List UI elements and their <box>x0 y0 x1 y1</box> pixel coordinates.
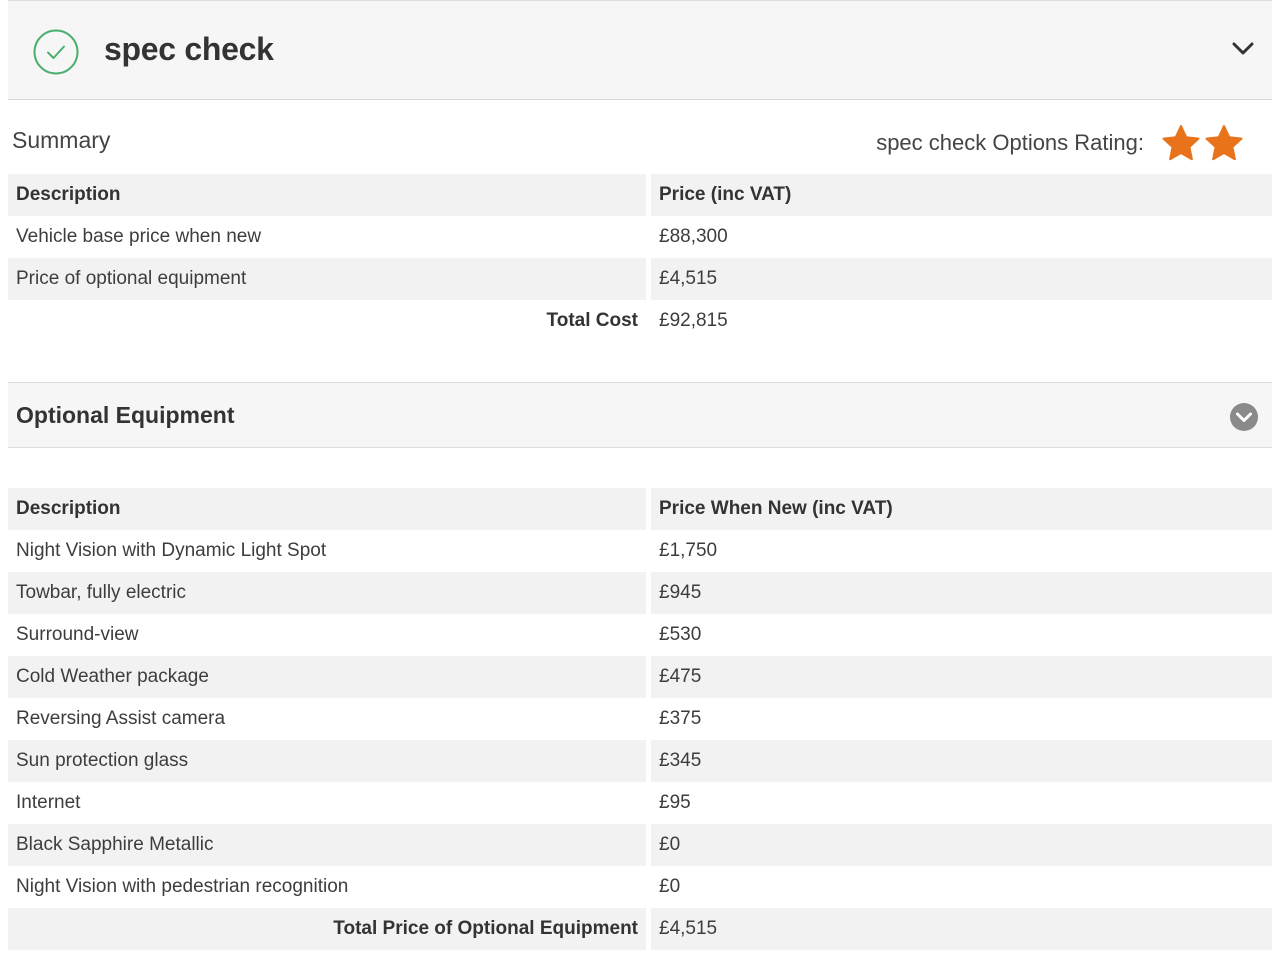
table-row: Night Vision with pedestrian recognition… <box>8 866 1272 908</box>
table-row: Vehicle base price when new £88,300 <box>8 216 1272 258</box>
table-row: Cold Weather package £475 <box>8 656 1272 698</box>
row-description: Night Vision with Dynamic Light Spot <box>16 540 327 561</box>
column-header-description: Description <box>8 174 646 216</box>
row-description: Price of optional equipment <box>8 258 646 300</box>
row-price: £375 <box>659 708 702 729</box>
total-row: Total Cost £92,815 <box>8 300 1272 342</box>
total-optional-label: Total Price of Optional Equipment <box>8 908 646 950</box>
row-price: £4,515 <box>651 258 1272 300</box>
table-row: Sun protection glass £345 <box>8 740 1272 782</box>
row-price: £1,750 <box>659 540 718 561</box>
table-row: Night Vision with Dynamic Light Spot £1,… <box>8 530 1272 572</box>
row-price: £945 <box>651 572 1272 614</box>
total-cost-value: £92,815 <box>659 310 728 331</box>
page-title: spec check <box>104 31 274 67</box>
optional-equipment-table: Description Price When New (inc VAT) Nig… <box>3 488 1277 950</box>
total-optional-value: £4,515 <box>651 908 1272 950</box>
total-row: Total Price of Optional Equipment £4,515 <box>8 908 1272 950</box>
row-price: £345 <box>651 740 1272 782</box>
row-description: Vehicle base price when new <box>16 226 262 247</box>
row-price: £88,300 <box>659 226 728 247</box>
section-title: Optional Equipment <box>16 402 235 428</box>
total-cost-label: Total Cost <box>546 310 638 331</box>
table-row: Price of optional equipment £4,515 <box>8 258 1272 300</box>
rating-label: spec check Options Rating: <box>876 130 1144 155</box>
chevron-down-icon[interactable] <box>1232 41 1254 57</box>
summary-heading: Summary <box>12 127 111 153</box>
check-circle-icon <box>33 29 79 75</box>
column-header-price: Price When New (inc VAT) <box>651 488 1272 530</box>
row-description: Reversing Assist camera <box>16 708 226 729</box>
row-description: Black Sapphire Metallic <box>8 824 646 866</box>
spec-check-header[interactable]: spec check <box>8 0 1272 100</box>
star-icon <box>1162 125 1200 161</box>
table-row: Internet £95 <box>8 782 1272 824</box>
table-row: Reversing Assist camera £375 <box>8 698 1272 740</box>
star-icon <box>1205 125 1243 161</box>
column-header-description: Description <box>8 488 646 530</box>
row-price: £475 <box>651 656 1272 698</box>
row-price: £0 <box>651 824 1272 866</box>
row-price: £530 <box>659 624 702 645</box>
optional-equipment-header[interactable]: Optional Equipment <box>8 382 1272 448</box>
column-header-price: Price (inc VAT) <box>651 174 1272 216</box>
table-row: Surround-view £530 <box>8 614 1272 656</box>
summary-table: Description Price (inc VAT) Vehicle base… <box>3 174 1277 342</box>
table-row: Towbar, fully electric £945 <box>8 572 1272 614</box>
options-rating: spec check Options Rating: <box>876 123 1244 163</box>
row-price: £0 <box>659 876 681 897</box>
row-price: £95 <box>659 792 691 813</box>
row-description: Towbar, fully electric <box>8 572 646 614</box>
row-description: Sun protection glass <box>8 740 646 782</box>
chevron-down-circle-icon[interactable] <box>1229 402 1259 432</box>
row-description: Night Vision with pedestrian recognition <box>16 876 349 897</box>
row-description: Surround-view <box>16 624 139 645</box>
row-description: Cold Weather package <box>8 656 646 698</box>
table-row: Black Sapphire Metallic £0 <box>8 824 1272 866</box>
row-description: Internet <box>16 792 81 813</box>
table-header-row: Description Price When New (inc VAT) <box>8 488 1272 530</box>
table-header-row: Description Price (inc VAT) <box>8 174 1272 216</box>
